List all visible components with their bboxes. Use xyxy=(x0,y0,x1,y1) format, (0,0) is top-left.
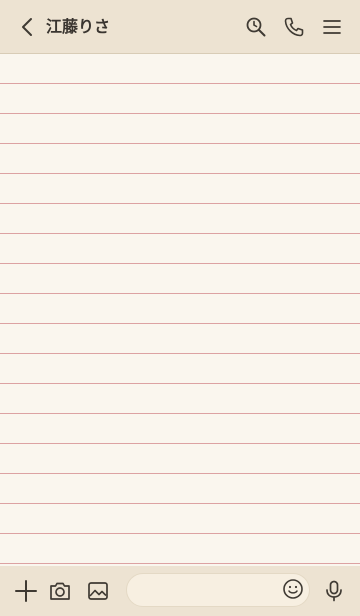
chat-area[interactable] xyxy=(0,54,360,566)
plus-icon xyxy=(15,580,37,602)
chat-title: 江藤りさ xyxy=(46,17,111,36)
rule-line xyxy=(0,533,360,534)
menu-button[interactable] xyxy=(318,13,346,41)
rule-line xyxy=(0,293,360,294)
search-clock-icon xyxy=(246,17,266,37)
rule-line xyxy=(0,323,360,324)
rule-line xyxy=(0,563,360,564)
back-button[interactable] xyxy=(14,13,42,41)
rule-line xyxy=(0,353,360,354)
rule-line xyxy=(0,113,360,114)
rule-line xyxy=(0,233,360,234)
rule-line xyxy=(0,83,360,84)
rule-line xyxy=(0,413,360,414)
chevron-left-icon xyxy=(22,18,32,36)
search-button[interactable] xyxy=(242,13,270,41)
rule-line xyxy=(0,503,360,504)
emoji-icon xyxy=(283,579,303,599)
rule-line xyxy=(0,143,360,144)
microphone-button[interactable] xyxy=(320,577,348,605)
rule-line xyxy=(0,443,360,444)
chat-header: 江藤りさ xyxy=(0,0,360,54)
message-bar xyxy=(0,566,360,616)
hamburger-menu-icon xyxy=(323,20,341,34)
emoji-button[interactable] xyxy=(280,576,306,602)
camera-button[interactable] xyxy=(46,577,74,605)
image-icon xyxy=(88,582,108,600)
camera-icon xyxy=(50,582,70,600)
microphone-icon xyxy=(326,580,342,602)
rule-line xyxy=(0,173,360,174)
rule-line xyxy=(0,383,360,384)
add-button[interactable] xyxy=(12,577,40,605)
rule-line xyxy=(0,263,360,264)
rule-line xyxy=(0,473,360,474)
rule-line xyxy=(0,203,360,204)
call-button[interactable] xyxy=(280,13,308,41)
phone-icon xyxy=(284,17,304,37)
image-button[interactable] xyxy=(84,577,112,605)
